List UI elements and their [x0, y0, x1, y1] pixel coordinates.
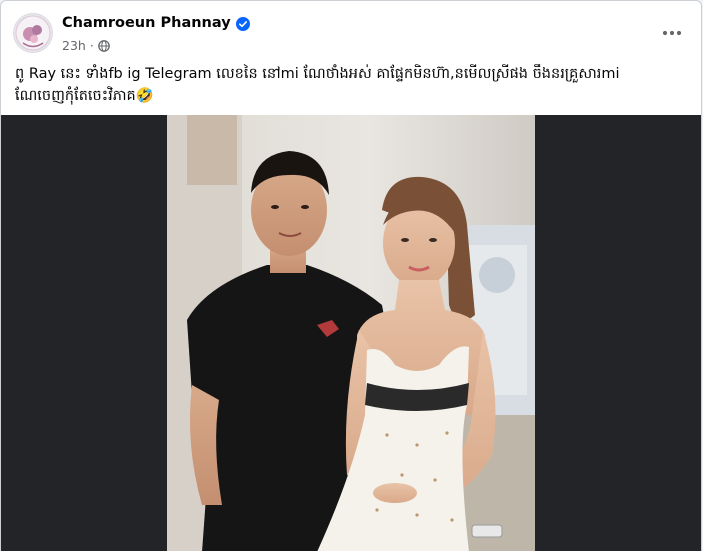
caption-line: ណែចេញកុំតែចេះវិភាគ🤣 [15, 88, 154, 104]
post-header: Chamroeun Phannay 23h · [1, 1, 701, 65]
post-photo[interactable] [167, 115, 535, 551]
author-line: Chamroeun Phannay [62, 15, 250, 31]
author-name[interactable]: Chamroeun Phannay [62, 15, 231, 31]
post-meta: 23h · [62, 38, 110, 53]
couple-photo-image [167, 115, 535, 551]
meta-separator: · [89, 38, 94, 53]
verified-badge-icon [235, 16, 250, 31]
more-options-icon[interactable] [659, 23, 685, 43]
post-caption: ពូ Ray នេះ ទាំងfb ig Telegram លេខនៃ នៅmi… [15, 63, 690, 107]
post-card: Chamroeun Phannay 23h · ពូ Ray នេះ ទាំងf… [0, 0, 702, 551]
avatar-image [14, 14, 52, 52]
post-timestamp[interactable]: 23h [62, 38, 86, 53]
post-media [1, 115, 701, 551]
globe-icon[interactable] [97, 39, 110, 52]
author-avatar[interactable] [14, 14, 52, 52]
caption-line: ពូ Ray នេះ ទាំងfb ig Telegram លេខនៃ នៅmi… [15, 66, 620, 82]
